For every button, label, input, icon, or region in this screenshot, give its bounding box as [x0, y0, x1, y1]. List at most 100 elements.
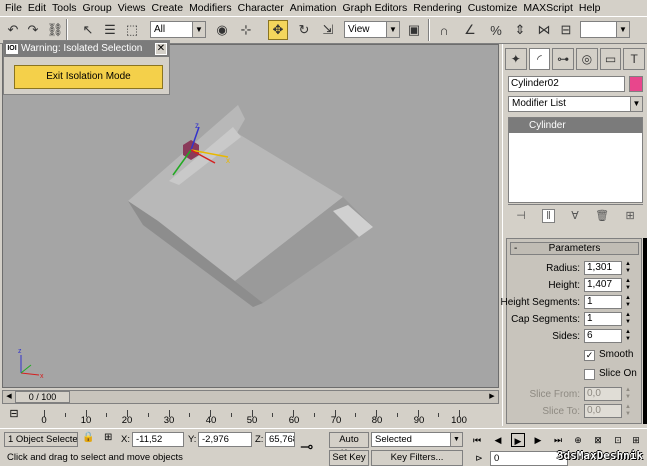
menu-customize[interactable]: Customize	[466, 0, 522, 16]
exit-isolation-button[interactable]: Exit Isolation Mode	[14, 65, 163, 89]
select-and-scale-icon[interactable]: ⇲	[318, 20, 338, 40]
cap-segments-spinner-icon[interactable]: ▲ ▼	[624, 312, 632, 326]
object-name-field[interactable]: Cylinder02	[508, 76, 625, 92]
slice-from-field[interactable]: 0,0	[584, 387, 622, 401]
link-icon[interactable]: ⛓	[45, 20, 65, 40]
key-filters-button[interactable]: Key Filters...	[371, 450, 463, 466]
menu-group[interactable]: Group	[81, 0, 116, 16]
menu-maxscript[interactable]: MAXScript	[521, 0, 577, 16]
mirror-icon[interactable]: ⋈	[534, 20, 554, 40]
parameters-rollout: - Parameters Radius: 1,301 ▲ ▼ Height: 1,…	[501, 238, 642, 424]
menu-views[interactable]: Views	[116, 0, 150, 16]
display-tab-icon[interactable]: ▭	[599, 48, 622, 70]
select-and-rotate-icon[interactable]: ↻	[294, 20, 314, 40]
menu-character[interactable]: Character	[236, 0, 288, 16]
smooth-checkbox[interactable]: ✓	[584, 350, 595, 361]
set-key-button[interactable]: Set Key	[329, 450, 369, 466]
remove-modifier-icon[interactable]: 🗑	[595, 209, 609, 222]
pin-stack-icon[interactable]: ⊣	[516, 209, 526, 222]
previous-frame-icon[interactable]: ◀	[491, 433, 505, 447]
ref-coord-dropdown[interactable]: View ▼	[344, 21, 400, 38]
x-coord-field[interactable]: -11,52	[132, 432, 184, 447]
mini-curve-editor-icon[interactable]: ⊟	[6, 407, 22, 423]
menu-graph-editors[interactable]: Graph Editors	[340, 0, 411, 16]
spinner-snap-icon[interactable]: ⇕	[510, 20, 530, 40]
next-frame-icon[interactable]: ▶	[531, 433, 545, 447]
create-tab-icon[interactable]: ✦	[505, 48, 527, 70]
height-segments-spinner-icon[interactable]: ▲ ▼	[624, 295, 632, 309]
y-coord-field[interactable]: -2,976	[198, 432, 252, 447]
radius-field[interactable]: 1,301	[584, 261, 622, 275]
auto-key-button[interactable]: Auto Key	[329, 432, 369, 459]
command-panel-scrollbar[interactable]	[643, 238, 647, 424]
zoom-icon[interactable]: ⊕	[571, 433, 585, 447]
menu-help[interactable]: Help	[577, 0, 605, 16]
select-by-name-icon[interactable]: ☰	[100, 20, 120, 40]
redo-icon[interactable]: ↷	[23, 20, 43, 40]
sides-field[interactable]: 6	[584, 329, 622, 343]
slice-to-spinner-icon[interactable]: ▲ ▼	[624, 404, 632, 418]
parameters-rollout-header[interactable]: - Parameters	[510, 242, 639, 255]
height-field[interactable]: 1,407	[584, 278, 622, 292]
configure-modifier-sets-icon[interactable]: ⊞	[626, 209, 635, 222]
make-unique-icon[interactable]: ∀	[571, 209, 579, 222]
zoom-all-icon[interactable]: ⊠	[591, 433, 605, 447]
time-slider[interactable]: ◀ 0 / 100 ▶	[2, 390, 499, 404]
height-spinner-icon[interactable]: ▲ ▼	[624, 278, 632, 292]
time-slider-thumb[interactable]: 0 / 100	[15, 391, 70, 403]
select-and-move-active-icon[interactable]: ✥	[268, 20, 288, 40]
go-to-start-icon[interactable]: ⏮	[470, 433, 484, 447]
slice-on-checkbox[interactable]	[584, 369, 595, 380]
named-selection-dropdown[interactable]: ▼	[580, 21, 630, 38]
menu-edit[interactable]: Edit	[26, 0, 50, 16]
close-icon[interactable]: ✕	[155, 43, 167, 55]
z-coord-field[interactable]: 65,768	[265, 432, 295, 447]
stack-item-cylinder[interactable]: Cylinder	[509, 118, 642, 133]
time-slider-prev-icon[interactable]: ◀	[4, 391, 14, 403]
zoom-extents-icon[interactable]: ⊡	[611, 433, 625, 447]
menu-modifiers[interactable]: Modifiers	[187, 0, 236, 16]
window-crossing-icon[interactable]: ◉	[212, 20, 232, 40]
modifier-list-dropdown[interactable]: Modifier List ▼	[508, 96, 643, 112]
radius-spinner-icon[interactable]: ▲ ▼	[624, 261, 632, 275]
rect-selection-icon[interactable]: ⬚	[122, 20, 142, 40]
trackbar[interactable]: ⊟ 0 10 20 30 40 50 60 70 80 90 100	[2, 405, 499, 427]
motion-tab-icon[interactable]: ◎	[576, 48, 598, 70]
menu-tools[interactable]: Tools	[50, 0, 81, 16]
menu-rendering[interactable]: Rendering	[411, 0, 465, 16]
pivot-icon[interactable]: ▣	[404, 20, 424, 40]
align-icon[interactable]: ⊟	[556, 20, 576, 40]
show-end-result-icon[interactable]: ‖	[542, 208, 555, 223]
menu-animation[interactable]: Animation	[288, 0, 341, 16]
undo-icon[interactable]: ↶	[3, 20, 23, 40]
snap-3d-icon[interactable]: ∩	[434, 20, 454, 40]
slice-to-field[interactable]: 0,0	[584, 404, 622, 418]
go-to-end-icon[interactable]: ⏭	[551, 433, 565, 447]
perspective-viewport[interactable]: z x z x	[2, 44, 499, 388]
modify-tab-icon[interactable]: ◜	[528, 48, 551, 70]
hierarchy-tab-icon[interactable]: ⊶	[552, 48, 575, 70]
menu-file[interactable]: File	[3, 0, 26, 16]
maximize-viewport-icon[interactable]: ⊞	[629, 433, 643, 447]
key-icon[interactable]: ⊸	[300, 437, 313, 457]
isolation-dialog-titlebar[interactable]: IOI Warning: Isolated Selection ✕	[4, 41, 169, 57]
sides-spinner-icon[interactable]: ▲ ▼	[624, 329, 632, 343]
collapse-icon: -	[514, 243, 518, 254]
selection-filter-dropdown[interactable]: All ▼	[150, 21, 206, 38]
key-mode-toggle-icon[interactable]: ⊳	[472, 451, 486, 465]
percent-snap-icon[interactable]: %	[486, 20, 506, 40]
menu-create[interactable]: Create	[150, 0, 188, 16]
object-color-swatch[interactable]	[629, 76, 643, 92]
lock-selection-icon[interactable]: 🔒	[82, 432, 94, 443]
time-slider-next-icon[interactable]: ▶	[487, 391, 497, 403]
slice-from-spinner-icon[interactable]: ▲ ▼	[624, 387, 632, 401]
select-and-move-icon[interactable]: ⊹	[236, 20, 256, 40]
cap-segments-field[interactable]: 1	[584, 312, 622, 326]
absolute-mode-icon[interactable]: ⊞	[104, 432, 112, 443]
select-object-icon[interactable]: ↖	[78, 20, 98, 40]
angle-snap-icon[interactable]: ∠	[460, 20, 480, 40]
utilities-tab-icon[interactable]: T	[623, 48, 646, 70]
key-mode-dropdown[interactable]: Selected ▼	[371, 432, 463, 447]
play-icon[interactable]: ▶	[511, 433, 525, 447]
height-segments-field[interactable]: 1	[584, 295, 622, 309]
